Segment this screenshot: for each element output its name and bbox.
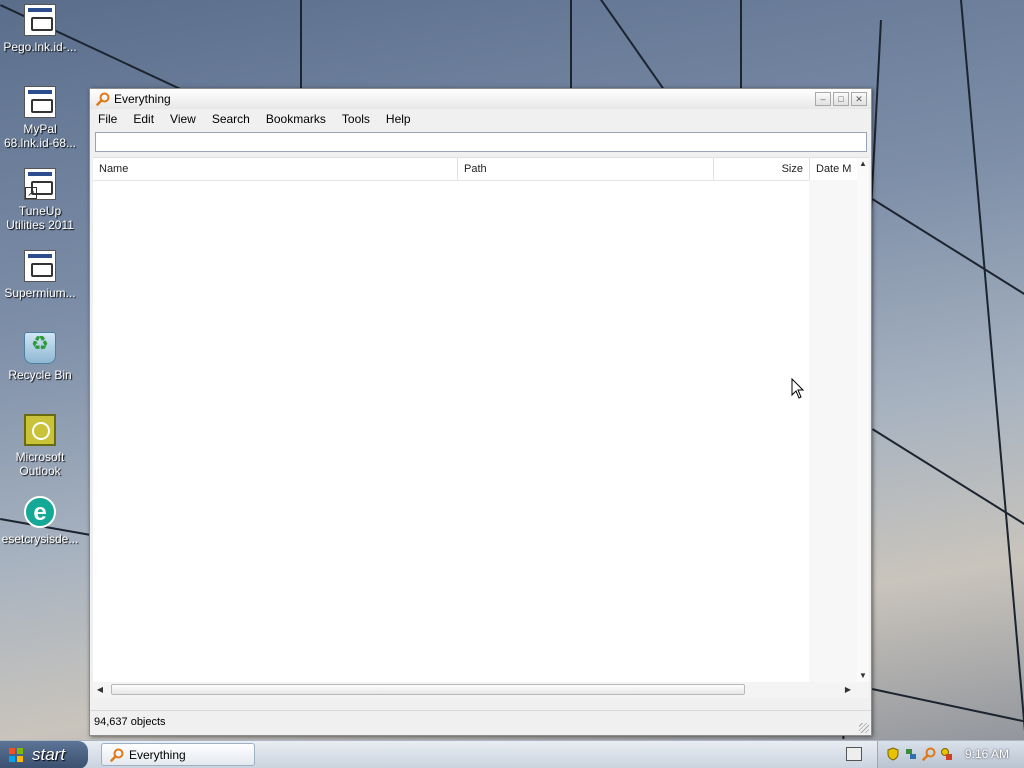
keyboard-icon[interactable]: [846, 747, 862, 761]
scroll-right-arrow-icon[interactable]: ▶: [841, 682, 855, 698]
wallpaper-line: [740, 0, 742, 90]
recycle-bin-icon: [24, 332, 56, 364]
desktop-icon-label: esetcrysisde...: [1, 532, 79, 546]
magnifier-icon[interactable]: [922, 747, 936, 761]
wallpaper-line: [960, 0, 1024, 738]
outlook-icon: [24, 414, 56, 446]
desktop-icon-label: TuneUp Utilities 2011: [6, 204, 74, 232]
start-label: start: [32, 745, 66, 764]
taskbar: start Everything 9:16 AM: [0, 740, 1024, 768]
window-title: Everything: [114, 92, 171, 106]
eset-icon: e: [24, 496, 56, 528]
horizontal-scroll-thumb[interactable]: [111, 684, 745, 695]
magnifier-icon: [110, 748, 124, 762]
security-icon[interactable]: [940, 747, 954, 761]
column-date-modified[interactable]: Date M: [810, 158, 860, 180]
system-tray: 9:16 AM: [877, 741, 1024, 768]
taskbar-item-label: Everything: [129, 748, 186, 762]
maximize-button[interactable]: □: [833, 92, 849, 106]
taskbar-item-everything[interactable]: Everything: [101, 743, 255, 766]
horizontal-scrollbar[interactable]: ◀ ▶: [93, 682, 869, 698]
menu-view[interactable]: View: [162, 110, 204, 128]
search-box[interactable]: [95, 132, 867, 152]
desktop-icon-supermium[interactable]: Supermium...: [0, 250, 80, 300]
desktop-icon-outlook[interactable]: Microsoft Outlook: [0, 414, 80, 478]
desktop-icon-tuneup[interactable]: ↗ TuneUp Utilities 2011: [0, 168, 80, 232]
everything-window: Everything – □ ✕ File Edit View Search B…: [89, 88, 872, 736]
mouse-cursor-icon: [791, 378, 805, 399]
desktop-icon-label: Pego.lnk.id-...: [3, 40, 77, 54]
sorted-column-band: [809, 180, 860, 682]
start-button[interactable]: start: [0, 741, 88, 768]
shield-icon[interactable]: [886, 747, 900, 761]
column-path[interactable]: Path: [458, 158, 714, 180]
vertical-scrollbar[interactable]: ▲ ▼: [857, 158, 869, 682]
document-icon: [24, 86, 56, 118]
desktop: Pego.lnk.id-... MyPal 68.lnk.id-68... ↗ …: [0, 0, 1024, 768]
desktop-icon-recycle-bin[interactable]: Recycle Bin: [0, 332, 80, 382]
shortcut-arrow-icon: ↗: [25, 187, 37, 199]
magnifier-icon: [96, 92, 110, 106]
search-input[interactable]: [96, 133, 866, 151]
column-size[interactable]: Size: [714, 158, 810, 180]
status-bar: 94,637 objects: [90, 710, 871, 735]
wallpaper-line: [872, 688, 1024, 724]
column-name[interactable]: Name: [93, 158, 458, 180]
wallpaper-line: [570, 0, 572, 90]
menu-bar: File Edit View Search Bookmarks Tools He…: [90, 109, 871, 129]
desktop-icon-label: Supermium...: [4, 286, 76, 300]
desktop-icon-label: MyPal 68.lnk.id-68...: [3, 122, 77, 150]
menu-file[interactable]: File: [90, 110, 125, 128]
resize-grip-icon[interactable]: [859, 723, 869, 733]
wallpaper-line: [300, 0, 302, 90]
desktop-icon-label: Recycle Bin: [8, 368, 72, 382]
status-object-count: 94,637 objects: [94, 716, 166, 728]
menu-help[interactable]: Help: [378, 110, 419, 128]
desktop-icon-pego[interactable]: Pego.lnk.id-...: [0, 4, 80, 54]
menu-tools[interactable]: Tools: [334, 110, 378, 128]
desktop-icon-label: Microsoft Outlook: [15, 450, 65, 478]
close-button[interactable]: ✕: [851, 92, 867, 106]
scroll-up-arrow-icon[interactable]: ▲: [857, 158, 869, 170]
column-header: Name Path Size Date M: [93, 158, 860, 181]
menu-edit[interactable]: Edit: [125, 110, 162, 128]
menu-bookmarks[interactable]: Bookmarks: [258, 110, 334, 128]
clock[interactable]: 9:16 AM: [965, 747, 1009, 761]
document-icon: [24, 250, 56, 282]
document-icon: [24, 4, 56, 36]
scroll-down-arrow-icon[interactable]: ▼: [857, 670, 869, 682]
wallpaper-line: [872, 198, 1024, 301]
desktop-icon-eset[interactable]: e esetcrysisde...: [0, 496, 80, 546]
scroll-left-arrow-icon[interactable]: ◀: [93, 682, 107, 698]
desktop-icon-mypal[interactable]: MyPal 68.lnk.id-68...: [0, 86, 80, 150]
windows-flag-icon: [9, 748, 23, 762]
network-icon[interactable]: [904, 747, 918, 761]
document-icon: ↗: [24, 168, 56, 200]
window-controls: – □ ✕: [815, 92, 867, 106]
menu-search[interactable]: Search: [204, 110, 258, 128]
results-list[interactable]: Name Path Size Date M ▲ ▼ ◀ ▶: [93, 157, 869, 698]
minimize-button[interactable]: –: [815, 92, 831, 106]
title-bar[interactable]: Everything – □ ✕: [90, 89, 871, 110]
